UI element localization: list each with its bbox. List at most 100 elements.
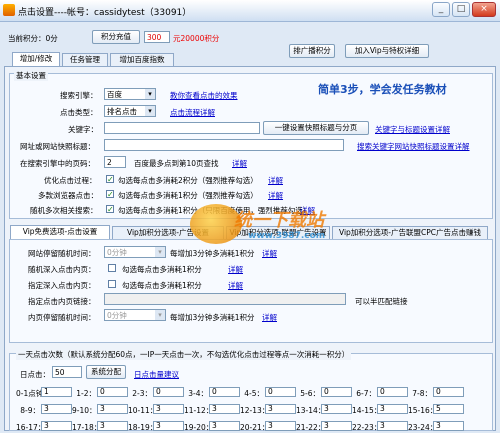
hour-value-input[interactable]: 3 [153,421,184,431]
hour-value-input[interactable]: 3 [209,404,240,414]
hour-label: 12-13： [240,406,270,415]
hour-value-input[interactable]: 0 [97,387,128,397]
hour-value-input[interactable]: 3 [377,421,408,431]
random-in-checkbox[interactable] [108,264,116,272]
hour-value-input[interactable]: 0 [265,387,296,397]
maximize-button[interactable]: □ [452,2,470,17]
hour-label: 23-24： [408,423,438,432]
hour-value-input[interactable]: 3 [265,421,296,431]
app-icon [3,4,15,16]
hour-value-input[interactable]: 3 [97,404,128,414]
opt3-checkbox[interactable] [106,205,114,213]
engine-value: 百度 [107,90,122,99]
hour-label: 10-11： [128,406,158,415]
fixed-in-text: 勾选每点击多消耗1积分 [122,281,202,290]
hour-value-input[interactable]: 3 [377,404,408,414]
stay-label: 网站停留随机时间： [28,249,96,258]
stay-help-link[interactable]: 详解 [262,248,277,259]
hour-label: 13-14： [296,406,326,415]
hour-label: 14-15： [352,406,382,415]
close-button[interactable]: × [472,2,496,17]
hour-label: 2-3： [132,389,152,398]
url-input[interactable] [104,139,344,151]
hour-value-input[interactable]: 3 [97,421,128,431]
fixed-link-note: 可以半匹配链接 [355,297,408,306]
hour-label: 21-22： [296,423,326,432]
random-in-label: 随机深入点击内页： [28,265,96,274]
random-in-help-link[interactable]: 详解 [228,264,243,275]
keyword-help-link[interactable]: 关键字与标题设置详解 [375,124,450,135]
recharge-note: 元20000积分 [173,34,220,43]
fixed-in-checkbox[interactable] [108,280,116,288]
hour-value-input[interactable]: 0 [321,387,352,397]
hour-label: 3-4： [188,389,208,398]
hour-label: 16-17： [16,423,46,432]
day-click-suggest-link[interactable]: 日点击量建议 [134,369,179,380]
hour-value-input[interactable]: 3 [433,421,464,431]
vip-tab-click-settings[interactable]: Vip免费选项-点击设置 [10,225,110,239]
join-vip-button[interactable]: 加入Vip与特权详细 [345,44,429,58]
fixed-in-label: 指定深入点击内页： [28,281,96,290]
pages-label: 在搜索引擎中的页码： [20,159,95,168]
hour-value-input[interactable]: 3 [321,421,352,431]
fixed-link-input[interactable] [104,293,346,305]
keyword-input[interactable] [104,122,260,134]
pages-input[interactable]: 2 [104,156,126,168]
opt2-help-link[interactable]: 详解 [268,190,283,201]
hour-value-input[interactable]: 3 [41,404,72,414]
hour-value-input[interactable]: 3 [265,404,296,414]
stay-note: 每增加3分钟多消耗1积分 [170,249,255,258]
url-help-link[interactable]: 搜索关键字网站快照标题设置详解 [357,141,470,152]
vip-tab-cpc[interactable]: Vip加积分选项-广告联盟CPC广告点击赚钱 [332,226,488,239]
hour-value-input[interactable]: 5 [433,404,464,414]
hour-value-input[interactable]: 3 [321,404,352,414]
recharge-amount-input[interactable]: 300 [144,31,170,43]
opt1-help-link[interactable]: 详解 [268,175,283,186]
hour-label: 20-21： [240,423,270,432]
inner-stay-note: 每增加3分钟多消耗1积分 [170,313,255,322]
inner-stay-select[interactable]: 0分钟 [104,309,166,321]
pages-help-link[interactable]: 详解 [232,158,247,169]
inner-stay-help-link[interactable]: 详解 [262,312,277,323]
hour-label: 1-2： [76,389,96,398]
tab-baidu-index[interactable]: 增加百度指数 [110,53,174,66]
hour-value-input[interactable]: 0 [153,387,184,397]
hour-label: 0-1点钟： [16,389,51,398]
opt2-label: 多款浏览器点击： [38,191,98,200]
day-click-label: 日点击： [20,370,50,379]
hour-value-input[interactable]: 0 [377,387,408,397]
stay-select[interactable]: 0分钟 [104,246,166,258]
hour-value-input[interactable]: 3 [153,404,184,414]
day-click-input[interactable]: 50 [52,366,82,378]
tab-add-edit[interactable]: 增加/修改 [12,52,60,66]
tab-task-manage[interactable]: 任务管理 [62,53,108,66]
opt2-checkbox[interactable] [106,190,114,198]
click-type-help-link[interactable]: 点击流程详解 [170,107,215,118]
hour-label: 19-20： [184,423,214,432]
opt1-label: 优化点击过程： [44,176,97,185]
promo-text[interactable]: 简单3步，学会发任务教材 [318,81,447,97]
watermark-url: www.3987.com [248,231,326,241]
one-click-title-button[interactable]: 一键设置快照标题与分页 [263,121,369,135]
hour-label: 8-9： [20,406,40,415]
minimize-button[interactable]: _ [432,2,450,17]
hour-value-input[interactable]: 3 [209,421,240,431]
engine-help-link[interactable]: 教你查看点击的效果 [170,90,238,101]
hour-value-input[interactable]: 1 [41,387,72,397]
system-assign-button[interactable]: 系统分配 [86,365,126,379]
hour-label: 9-10： [72,406,97,415]
hour-label: 5-6： [300,389,320,398]
hour-value-input[interactable]: 3 [41,421,72,431]
engine-select[interactable]: 百度 [104,88,156,100]
hour-value-input[interactable]: 0 [433,387,464,397]
fixed-in-help-link[interactable]: 详解 [228,280,243,291]
rank-score-button[interactable]: 排广播积分 [289,44,335,58]
hour-value-input[interactable]: 0 [209,387,240,397]
opt2-text: 勾选每点击多消耗1积分（强烈推荐勾选） [118,191,258,200]
opt1-checkbox[interactable] [106,175,114,183]
hour-label: 15-16： [408,406,438,415]
recharge-button[interactable]: 积分充值 [92,30,140,44]
click-type-select[interactable]: 排名点击 [104,105,156,117]
current-score: 当前积分：0分 [8,34,58,43]
hour-label: 7-8： [412,389,432,398]
